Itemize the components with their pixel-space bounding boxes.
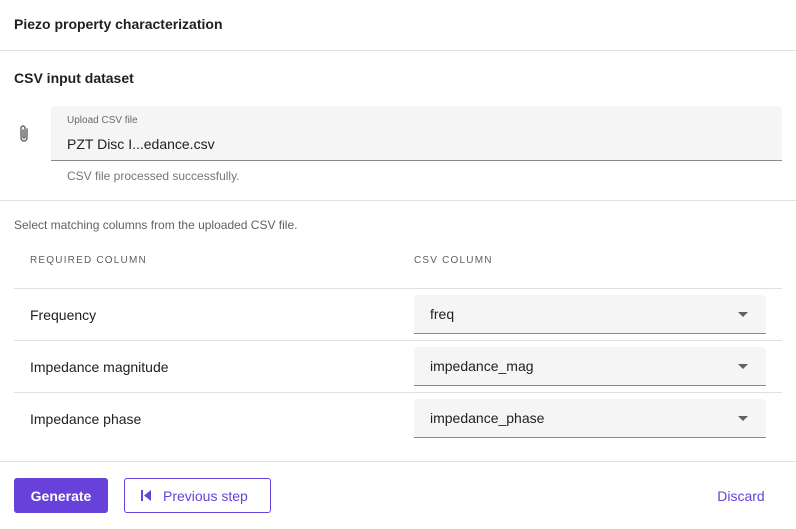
upload-csv-field[interactable]: Upload CSV file PZT Disc I...edance.csv <box>51 106 782 161</box>
discard-button[interactable]: Discard <box>706 478 776 513</box>
select-value: freq <box>430 306 455 322</box>
row-label: Impedance magnitude <box>30 359 169 375</box>
mapping-row-impedance-phase: Impedance phase impedance_phase <box>14 392 782 444</box>
page-title: Piezo property characterization <box>14 16 223 32</box>
generate-button[interactable]: Generate <box>14 478 108 513</box>
upload-filename: PZT Disc I...edance.csv <box>67 136 215 152</box>
mapping-row-frequency: Frequency freq <box>14 288 782 340</box>
frequency-column-select[interactable]: freq <box>414 295 766 334</box>
divider <box>0 461 796 462</box>
row-label: Impedance phase <box>30 411 142 427</box>
dropdown-caret-icon[interactable] <box>738 416 748 421</box>
previous-step-button[interactable]: Previous step <box>124 478 271 513</box>
mapping-instructions: Select matching columns from the uploade… <box>14 218 298 232</box>
column-header-required: REQUIRED COLUMN <box>30 255 147 266</box>
upload-status-hint: CSV file processed successfully. <box>67 169 240 183</box>
header: Piezo property characterization <box>0 0 796 51</box>
impedance-phase-column-select[interactable]: impedance_phase <box>414 399 766 438</box>
select-value: impedance_mag <box>430 358 534 374</box>
section-title: CSV input dataset <box>14 70 134 86</box>
dropdown-caret-icon[interactable] <box>738 364 748 369</box>
previous-step-label: Previous step <box>163 488 248 504</box>
dropdown-caret-icon[interactable] <box>738 312 748 317</box>
row-label: Frequency <box>30 307 97 323</box>
paperclip-icon[interactable] <box>17 124 31 144</box>
mapping-row-impedance-magnitude: Impedance magnitude impedance_mag <box>14 340 782 392</box>
impedance-magnitude-column-select[interactable]: impedance_mag <box>414 347 766 386</box>
divider <box>0 200 796 201</box>
column-header-csv: CSV COLUMN <box>414 255 493 266</box>
select-value: impedance_phase <box>430 410 545 426</box>
skip-previous-icon <box>141 490 151 501</box>
upload-label: Upload CSV file <box>67 115 138 126</box>
